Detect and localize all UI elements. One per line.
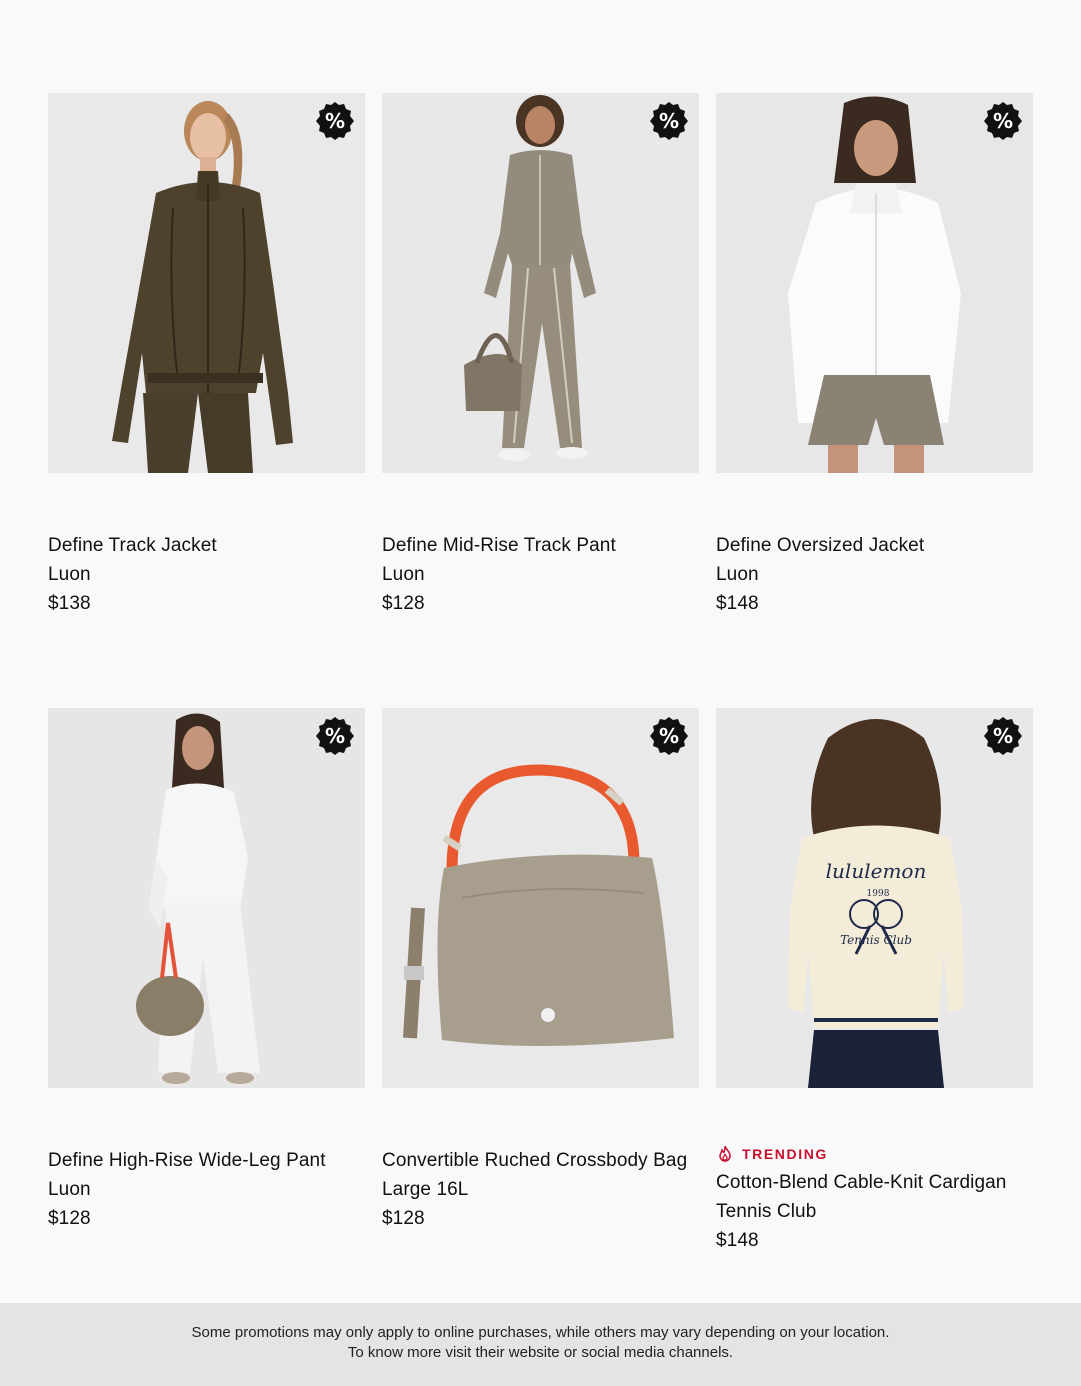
svg-text:%: %: [659, 724, 679, 748]
product-variant: Luon: [48, 564, 91, 585]
product-card[interactable]: % Define Oversized Jacket Luon $148: [716, 93, 1033, 618]
product-info: Convertible Ruched Crossbody Bag Large 1…: [382, 1088, 699, 1233]
percent-badge-icon: %: [984, 102, 1022, 140]
trending-label: TRENDING: [742, 1146, 828, 1162]
trending-tag: TRENDING: [716, 1144, 1033, 1164]
svg-text:%: %: [659, 109, 679, 133]
disclaimer-line-2: To know more visit their website or soci…: [347, 1343, 734, 1361]
product-photo-cardigan: lululemon 1998 Tennis Club: [716, 708, 1033, 1088]
percent-badge-icon: %: [650, 717, 688, 755]
product-name[interactable]: Define Track Jacket: [48, 531, 365, 560]
product-variant: Luon: [716, 564, 759, 585]
product-name[interactable]: Define Oversized Jacket: [716, 531, 1033, 560]
product-name[interactable]: Define High-Rise Wide-Leg Pant: [48, 1146, 365, 1175]
percent-badge-icon: %: [316, 717, 354, 755]
svg-text:%: %: [993, 724, 1013, 748]
flame-icon: [719, 1145, 731, 1162]
product-info: TRENDING Cotton-Blend Cable-Knit Cardiga…: [716, 1088, 1033, 1255]
product-price: $128: [48, 1208, 91, 1229]
product-image[interactable]: %: [382, 93, 699, 473]
product-photo-white-jacket: [716, 93, 1033, 473]
product-name[interactable]: Define Mid-Rise Track Pant: [382, 531, 699, 560]
product-info: Define Mid-Rise Track Pant Luon $128: [382, 473, 699, 618]
product-card[interactable]: % Define High-Rise Wide-Leg Pant Luon $1…: [48, 708, 365, 1255]
product-info: Define High-Rise Wide-Leg Pant Luon $128: [48, 1088, 365, 1233]
product-card[interactable]: % Define Mid-Rise Track Pant Luon $128: [382, 93, 699, 618]
product-image[interactable]: %: [48, 708, 365, 1088]
product-price: $128: [382, 1208, 425, 1229]
product-photo-crossbody-bag: [382, 708, 699, 1088]
product-card[interactable]: % Define Track Jacket Luon $138: [48, 93, 365, 618]
product-photo-taupe-tracksuit: [382, 93, 699, 473]
product-card[interactable]: % Convertible Ruched Crossbody Bag Large…: [382, 708, 699, 1255]
percent-badge-icon: %: [316, 102, 354, 140]
product-image[interactable]: %: [716, 93, 1033, 473]
product-variant: Large 16L: [382, 1179, 469, 1200]
cardigan-print-year: 1998: [867, 889, 890, 899]
svg-text:%: %: [993, 109, 1013, 133]
product-image[interactable]: %: [48, 93, 365, 473]
product-photo-white-pant: [48, 708, 365, 1088]
sale-badge: %: [983, 101, 1023, 141]
product-photo-olive-jacket: [48, 93, 365, 473]
disclaimer-line-1: Some promotions may only apply to online…: [191, 1324, 890, 1341]
product-info: Define Track Jacket Luon $138: [48, 473, 365, 618]
percent-badge-icon: %: [650, 102, 688, 140]
product-price: $138: [48, 593, 91, 614]
sale-badge: %: [649, 101, 689, 141]
percent-badge-icon: %: [984, 717, 1022, 755]
cardigan-print-brand: lululemon: [826, 859, 927, 883]
product-name[interactable]: Cotton-Blend Cable-Knit Cardigan: [716, 1168, 1033, 1197]
product-image[interactable]: %: [382, 708, 699, 1088]
sale-badge: %: [983, 716, 1023, 756]
product-variant: Luon: [382, 564, 425, 585]
sale-badge: %: [315, 716, 355, 756]
product-variant: Luon: [48, 1179, 91, 1200]
product-price: $148: [716, 1230, 759, 1251]
product-info: Define Oversized Jacket Luon $148: [716, 473, 1033, 618]
product-image[interactable]: lululemon 1998 Tennis Club %: [716, 708, 1033, 1088]
product-card[interactable]: lululemon 1998 Tennis Club % TRENDING Co…: [716, 708, 1033, 1255]
svg-text:%: %: [325, 109, 345, 133]
sale-badge: %: [315, 101, 355, 141]
svg-text:%: %: [325, 724, 345, 748]
sale-badge: %: [649, 716, 689, 756]
promo-disclaimer: Some promotions may only apply to online…: [0, 1303, 1081, 1386]
product-price: $148: [716, 593, 759, 614]
product-variant: Tennis Club: [716, 1201, 817, 1222]
product-price: $128: [382, 593, 425, 614]
product-grid-row-1: % Define Track Jacket Luon $138 % Define…: [48, 93, 1033, 618]
product-name[interactable]: Convertible Ruched Crossbody Bag: [382, 1146, 699, 1175]
cardigan-print-club: Tennis Club: [840, 933, 912, 947]
product-grid-row-2: % Define High-Rise Wide-Leg Pant Luon $1…: [48, 708, 1033, 1255]
